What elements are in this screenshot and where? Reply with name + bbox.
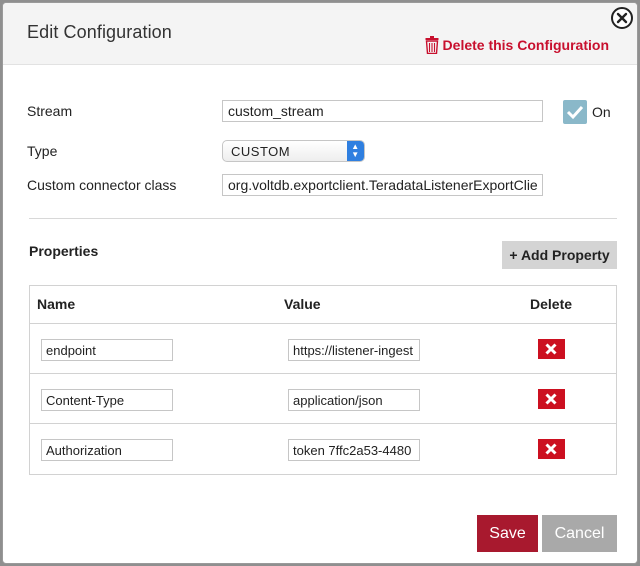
connector-class-label: Custom connector class [27,177,177,193]
table-row [30,424,616,474]
dialog-header: Edit Configuration Delete this Configura… [3,3,637,65]
cancel-button[interactable]: Cancel [542,515,617,552]
add-property-button[interactable]: + Add Property [502,241,617,269]
property-value-input[interactable] [288,339,420,361]
delete-row-button[interactable] [538,439,565,459]
column-header-value: Value [284,296,321,312]
delete-configuration-label: Delete this Configuration [442,37,609,53]
close-icon [545,393,557,405]
checkmark-icon [566,105,584,120]
column-header-delete: Delete [530,296,573,312]
property-value-input[interactable] [288,389,420,411]
delete-row-button[interactable] [538,339,565,359]
edit-configuration-dialog: Edit Configuration Delete this Configura… [2,2,638,564]
toggle-label: On [592,104,611,120]
close-icon [616,12,628,24]
stream-label: Stream [27,103,73,119]
properties-title: Properties [29,243,99,259]
table-row [30,324,616,374]
property-name-input[interactable] [41,389,173,411]
type-label: Type [27,143,58,159]
close-icon [545,343,557,355]
table-row [30,374,616,424]
select-arrows-icon: ▲ ▼ [347,141,364,161]
property-value-input[interactable] [288,439,420,461]
delete-row-button[interactable] [538,389,565,409]
type-select[interactable]: CUSTOM ▲ ▼ [222,140,365,162]
type-selected-value: CUSTOM [231,144,291,159]
trash-icon [425,36,439,54]
property-name-input[interactable] [41,339,173,361]
table-header: Name Value Delete [30,286,616,324]
dialog-title: Edit Configuration [27,22,172,42]
plus-icon: + [509,247,518,263]
section-divider [29,218,617,219]
delete-configuration-link[interactable]: Delete this Configuration [425,36,609,54]
close-icon [545,443,557,455]
properties-table: Name Value Delete [29,285,617,475]
add-property-label: Add Property [520,247,610,263]
stream-input[interactable] [222,100,543,122]
connector-class-input[interactable] [222,174,543,196]
property-name-input[interactable] [41,439,173,461]
close-button[interactable] [611,7,633,29]
save-button[interactable]: Save [477,515,538,552]
column-header-name: Name [37,296,76,312]
on-toggle-checkbox[interactable] [563,100,587,124]
